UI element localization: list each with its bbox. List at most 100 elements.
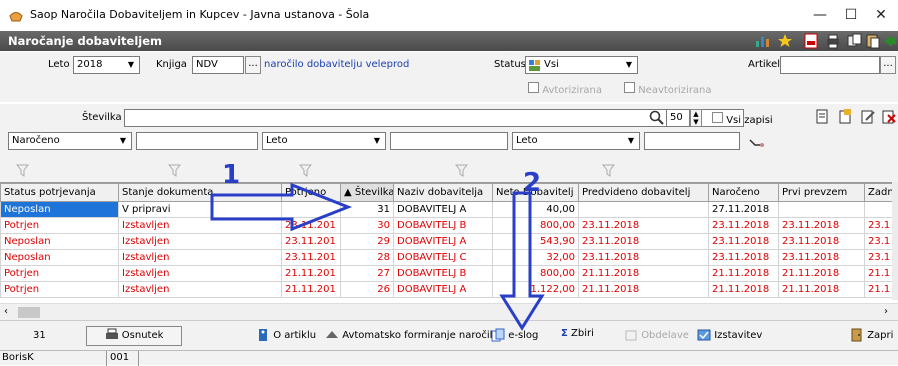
- leto-dropdown[interactable]: 2018 ▼: [73, 56, 140, 74]
- copy-icon[interactable]: [847, 33, 863, 49]
- table-cell-stanje: Izstavljen: [118, 217, 282, 234]
- avtorizirana-label: Avtorizirana: [542, 85, 603, 96]
- star-icon[interactable]: [777, 33, 793, 49]
- close-button[interactable]: ✕: [866, 5, 896, 25]
- table-cell-narocen: 21.11.2018: [708, 265, 779, 282]
- table-cell-naziv: DOBAVITELJ B: [393, 265, 493, 282]
- obdelave-button[interactable]: Obdelave: [624, 328, 689, 342]
- table-row[interactable]: Potrjen Izstavljen 21.11.201 26 DOBAVITELJ A…: [0, 281, 893, 298]
- leto-filter2-input[interactable]: [644, 132, 740, 150]
- filter-icon[interactable]: [299, 164, 312, 177]
- filter-icon[interactable]: [602, 164, 615, 177]
- pdf-icon[interactable]: [803, 33, 819, 49]
- obdelave-label: Obdelave: [641, 330, 689, 341]
- artikel-field[interactable]: [780, 56, 880, 74]
- leto-filter1-input[interactable]: [390, 132, 508, 150]
- leto-filter2-dropdown[interactable]: Leto ▼: [512, 132, 640, 150]
- table-cell-stanje: V pripravi: [118, 201, 282, 218]
- record-count: 31: [33, 330, 46, 341]
- column-header[interactable]: Status potrjevanja: [0, 183, 119, 202]
- checkbox-box: [528, 82, 539, 93]
- narocen-filter-input[interactable]: [136, 132, 258, 150]
- column-header-sorted[interactable]: ▲ Številka: [340, 183, 394, 202]
- table-row[interactable]: Potrjen Izstavljen 23.11.201 30 DOBAVITELJ B…: [0, 217, 893, 234]
- table-cell-status: Neposlan: [0, 249, 119, 266]
- search-icon[interactable]: [649, 110, 664, 125]
- column-header[interactable]: Potrjeno: [281, 183, 341, 202]
- scroll-left-icon[interactable]: ‹: [4, 306, 8, 317]
- table-cell-potrjeno: 23.11.201: [281, 249, 341, 266]
- column-header[interactable]: Naročeno: [708, 183, 779, 202]
- e-slog-label: e-slog: [508, 330, 539, 341]
- print-icon[interactable]: [825, 33, 841, 49]
- paste-icon[interactable]: [865, 33, 881, 49]
- column-header[interactable]: Zadn: [864, 183, 893, 202]
- sigma-icon: Σ: [561, 328, 568, 339]
- panel-title: Naročanje dobaviteljem: [8, 34, 162, 48]
- edit-document-icon[interactable]: [861, 109, 875, 124]
- record-count-input[interactable]: 50: [666, 109, 690, 127]
- table-cell-zadn: 21.1: [864, 281, 893, 298]
- table-header-row: Status potrjevanja Stanje dokumenta Potr…: [0, 183, 893, 202]
- status-label: Status: [494, 59, 526, 70]
- process-icon: [625, 330, 637, 341]
- knjiga-label: Knjiga: [156, 59, 187, 70]
- maximize-button[interactable]: ☐: [836, 5, 866, 25]
- table-cell-status: Potrjen: [0, 265, 119, 282]
- avtomatsko-label: Avtomatsko formiranje naročil: [342, 330, 493, 341]
- avtorizirana-checkbox[interactable]: Avtorizirana: [528, 82, 602, 96]
- scrollbar-thumb[interactable]: [18, 307, 40, 318]
- filter-icon[interactable]: [455, 164, 468, 177]
- search-panel: Številka 50 ▲ ▼ Vsi zapisi Naročeno ▼ Let…: [0, 104, 898, 160]
- avtomatsko-formiranje-button[interactable]: Avtomatsko formiranje naročil: [325, 328, 492, 342]
- table-cell-predv: 23.11.2018: [578, 249, 709, 266]
- knjiga-browse-button[interactable]: ...: [245, 56, 261, 74]
- export-icon[interactable]: [882, 33, 898, 49]
- printer-icon: [105, 328, 118, 339]
- narocen-dropdown[interactable]: Naročeno ▼: [8, 132, 132, 150]
- delete-document-icon[interactable]: [882, 109, 896, 124]
- column-header[interactable]: Prvi prevzem: [778, 183, 865, 202]
- table-row[interactable]: Neposlan Izstavljen 23.11.201 29 DOBAVITELJ …: [0, 233, 893, 250]
- column-header[interactable]: Naziv dobavitelja: [393, 183, 493, 202]
- count-spinner[interactable]: ▲ ▼: [690, 109, 702, 127]
- column-header[interactable]: Predvideno dobavitelj: [578, 183, 709, 202]
- table-cell-naziv: DOBAVITELJ A: [393, 201, 493, 218]
- filter-icon[interactable]: [16, 164, 29, 177]
- table-row[interactable]: Neposlan Izstavljen 23.11.201 28 DOBAVITELJ …: [0, 249, 893, 266]
- neavtorizirana-checkbox[interactable]: Neavtorizirana: [624, 82, 712, 96]
- horizontal-scrollbar[interactable]: ‹ ›: [0, 303, 898, 320]
- vsi-zapisi-checkbox[interactable]: Vsi zapisi: [712, 112, 773, 126]
- zbiri-button[interactable]: Σ Zbiri: [561, 328, 594, 339]
- izstavitev-label: Izstavitev: [714, 330, 763, 341]
- chevron-down-icon: ▼: [369, 133, 385, 149]
- zapri-button[interactable]: Zapri: [850, 328, 893, 342]
- leto-filter1-dropdown[interactable]: Leto ▼: [262, 132, 386, 150]
- table-row[interactable]: Neposlan V pripravi 31 DOBAVITELJ A 40,00 27.…: [0, 201, 893, 218]
- chevron-down-icon: ▼: [115, 133, 131, 149]
- artikel-browse-button[interactable]: ...: [880, 56, 896, 74]
- scroll-right-icon[interactable]: ›: [884, 306, 888, 317]
- osnutek-button[interactable]: Osnutek: [86, 326, 182, 346]
- izstavitev-button[interactable]: Izstavitev: [697, 328, 762, 342]
- table-cell-status: Neposlan: [0, 201, 119, 218]
- document-icon[interactable]: [815, 109, 829, 124]
- table-cell-stanje: Izstavljen: [118, 265, 282, 282]
- o-artiklu-button[interactable]: O artiklu: [256, 328, 316, 342]
- bottom-toolbar: 31 Osnutek O artiklu Avtomatsko formiran…: [0, 320, 898, 350]
- clear-filter-icon[interactable]: [749, 138, 765, 148]
- new-document-icon[interactable]: [838, 109, 852, 124]
- table-cell-status: Potrjen: [0, 217, 119, 234]
- minimize-button[interactable]: —: [805, 5, 835, 25]
- column-header[interactable]: Stanje dokumenta: [118, 183, 282, 202]
- filter-icon[interactable]: [168, 164, 181, 177]
- table-cell-naziv: DOBAVITELJ A: [393, 281, 493, 298]
- chart-icon[interactable]: [754, 33, 770, 49]
- table-row[interactable]: Potrjen Izstavljen 21.11.201 27 DOBAVITELJ B…: [0, 265, 893, 282]
- vertical-scrollbar[interactable]: [892, 182, 898, 300]
- table-cell-prvi: 23.11.2018: [778, 217, 865, 234]
- knjiga-description: naročilo dobavitelju veleprod: [264, 59, 410, 70]
- status-dropdown[interactable]: Vsi ▼: [525, 56, 638, 74]
- knjiga-field[interactable]: NDV: [192, 56, 244, 74]
- e-slog-button[interactable]: e-slog: [491, 328, 538, 342]
